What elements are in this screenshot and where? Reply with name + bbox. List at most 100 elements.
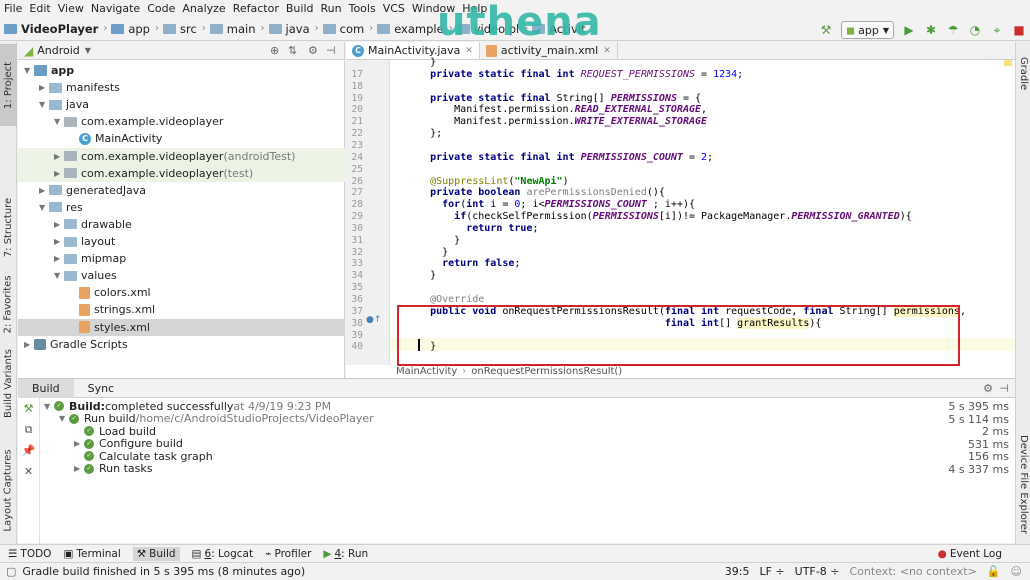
code-line[interactable]: return true; [406,223,538,234]
breadcrumb-item[interactable]: VideoPlayer › [4,22,107,36]
pin-icon[interactable]: 📌 [18,440,39,461]
close-icon[interactable]: ✕ [465,46,473,56]
chevron-right-icon[interactable]: ▶ [54,254,64,263]
toggle-view-icon[interactable]: ⧉ [18,419,39,440]
sync-icon[interactable]: ⊕ [270,44,279,57]
tree-item[interactable]: ▼ values [18,267,345,284]
chevron-right-icon[interactable]: ▶ [74,464,84,473]
context-indicator[interactable]: Context: <no context> [849,565,976,578]
build-row[interactable]: ▶ ✓ Run tasks [74,462,152,475]
tab-run[interactable]: ▶ 4: Run [323,548,368,560]
project-view-select[interactable]: Android [37,44,80,57]
chevron-right-icon[interactable]: ▶ [39,186,49,195]
hide-icon[interactable]: ⊣ [326,44,336,57]
caret-position[interactable]: 39:5 [725,565,750,578]
code-line[interactable]: return false; [406,258,520,269]
tree-item[interactable]: ▶ com.example.videoplayer (androidTest) [18,147,345,165]
tree-item[interactable]: ▼ res [18,199,345,216]
chevron-right-icon[interactable]: ▶ [54,237,64,246]
tab-activity-main[interactable]: activity_main.xml ✕ [480,42,618,59]
menu-item-tools[interactable]: Tools [349,2,376,15]
code-line[interactable]: } [406,247,448,258]
close-icon[interactable]: ✕ [603,46,611,56]
run-icon[interactable]: ▶ [901,22,917,38]
breadcrumb-item[interactable]: src › [162,22,206,36]
code-line[interactable]: private static final String[] PERMISSION… [406,93,701,104]
code-line[interactable]: Manifest.permission.WRITE_EXTERNAL_STORA… [406,116,707,127]
menu-item-analyze[interactable]: Analyze [182,2,225,15]
collapse-icon[interactable]: ⇅ [288,44,297,57]
code-line[interactable]: for(int i = 0; i<PERMISSIONS_COUNT ; i++… [406,199,695,210]
gear-icon[interactable]: ⚙ [308,44,318,57]
tree-item[interactable]: ▶ com.example.videoplayer (test) [18,164,345,182]
code-line[interactable]: }; [406,128,442,139]
chevron-down-icon[interactable]: ▼ [59,414,69,423]
tab-build[interactable]: Build [18,378,74,398]
breadcrumb-item[interactable]: app › [111,22,159,36]
tree-item[interactable]: ▶ layout [18,233,345,250]
tab-project[interactable]: 1: Project [0,44,17,126]
chevron-right-icon[interactable]: ▶ [74,439,84,448]
build-row[interactable]: ▼ ✓ Build: completed successfully at 4/9/1… [44,400,331,413]
code-line[interactable]: } [406,57,436,68]
tab-device-file-explorer[interactable]: Device File Explorer [1016,432,1030,536]
tab-favorites[interactable]: 2: Favorites [0,274,17,334]
hammer-icon[interactable]: ⚒ [818,22,834,38]
code-line[interactable]: private boolean arePermissionsDenied(){ [406,187,665,198]
chevron-right-icon[interactable]: ▶ [39,83,49,92]
run-config-select[interactable]: ◼ app ▼ [840,21,894,39]
status-message[interactable]: Gradle build finished in 5 s 395 ms (8 m… [22,565,305,578]
tree-item[interactable]: ▶ generatedJava [18,182,345,199]
chevron-down-icon[interactable]: ▼ [54,117,64,126]
breadcrumb-item[interactable]: java › [268,22,319,36]
code-line[interactable]: } [406,235,460,246]
chevron-right-icon[interactable]: ▶ [54,220,64,229]
file-encoding[interactable]: UTF-8 ÷ [795,565,840,578]
tree-item[interactable]: strings.xml [18,301,345,318]
breadcrumb-item[interactable]: main › [209,22,265,36]
code-line[interactable]: Manifest.permission.READ_EXTERNAL_STORAG… [406,104,707,115]
chevron-right-icon[interactable]: ▶ [54,152,64,161]
tree-item[interactable]: ▼ java [18,96,345,113]
tree-item[interactable]: ▶ manifests [18,79,345,96]
tab-profiler[interactable]: ⌁ Profiler [265,548,311,560]
menu-item-navigate[interactable]: Navigate [91,2,140,15]
tab-sync[interactable]: Sync [74,379,129,398]
code-line[interactable]: private static final int REQUEST_PERMISS… [406,69,743,80]
tab-todo[interactable]: ☰ TODO [8,548,51,560]
chevron-right-icon[interactable]: ▶ [24,340,34,349]
breadcrumb-item[interactable]: com › [322,22,373,36]
code-line[interactable]: private static final int PERMISSIONS_COU… [406,152,713,163]
menu-item-refactor[interactable]: Refactor [233,2,279,15]
hide-icon[interactable]: ⊣ [999,382,1009,395]
code-line[interactable]: @SuppressLint("NewApi") [406,176,569,187]
build-row[interactable]: ✓ Load build [74,425,156,438]
coverage-icon[interactable]: ☂ [945,22,961,38]
tree-item[interactable]: styles.xml [18,318,345,336]
chevron-right-icon[interactable]: ▶ [54,169,64,178]
stop-icon[interactable]: ■ [1011,22,1027,38]
tab-event-log[interactable]: ● Event Log [938,548,1002,560]
tree-item[interactable]: colors.xml [18,284,345,301]
tree-item[interactable]: ▶ drawable [18,216,345,233]
menu-item-view[interactable]: View [58,2,84,15]
tab-structure[interactable]: 7: Structure [0,182,17,272]
menu-item-code[interactable]: Code [147,2,175,15]
debug-icon[interactable]: ✱ [923,22,939,38]
chevron-down-icon[interactable]: ▼ [39,100,49,109]
tab-build-variants[interactable]: Build Variants [0,342,17,424]
menu-item-run[interactable]: Run [321,2,342,15]
line-separator[interactable]: LF ÷ [759,565,784,578]
profile-icon[interactable]: ◔ [967,22,983,38]
tree-item[interactable]: ▼ com.example.videoplayer [18,113,345,130]
chevron-down-icon[interactable]: ▼ [24,66,34,75]
tab-logcat[interactable]: ▤ 6: Logcat [192,548,254,560]
status-toggle-icon[interactable]: ▢ [6,565,16,578]
tree-item[interactable]: C MainActivity [18,130,345,147]
code-line[interactable]: } [406,270,436,281]
code-line[interactable]: @Override [406,294,484,305]
lock-icon[interactable]: 🔓 [987,565,1001,578]
tab-gradle[interactable]: Gradle [1016,48,1030,98]
tree-item[interactable]: ▶ mipmap [18,250,345,267]
warning-marker[interactable] [1004,60,1012,66]
